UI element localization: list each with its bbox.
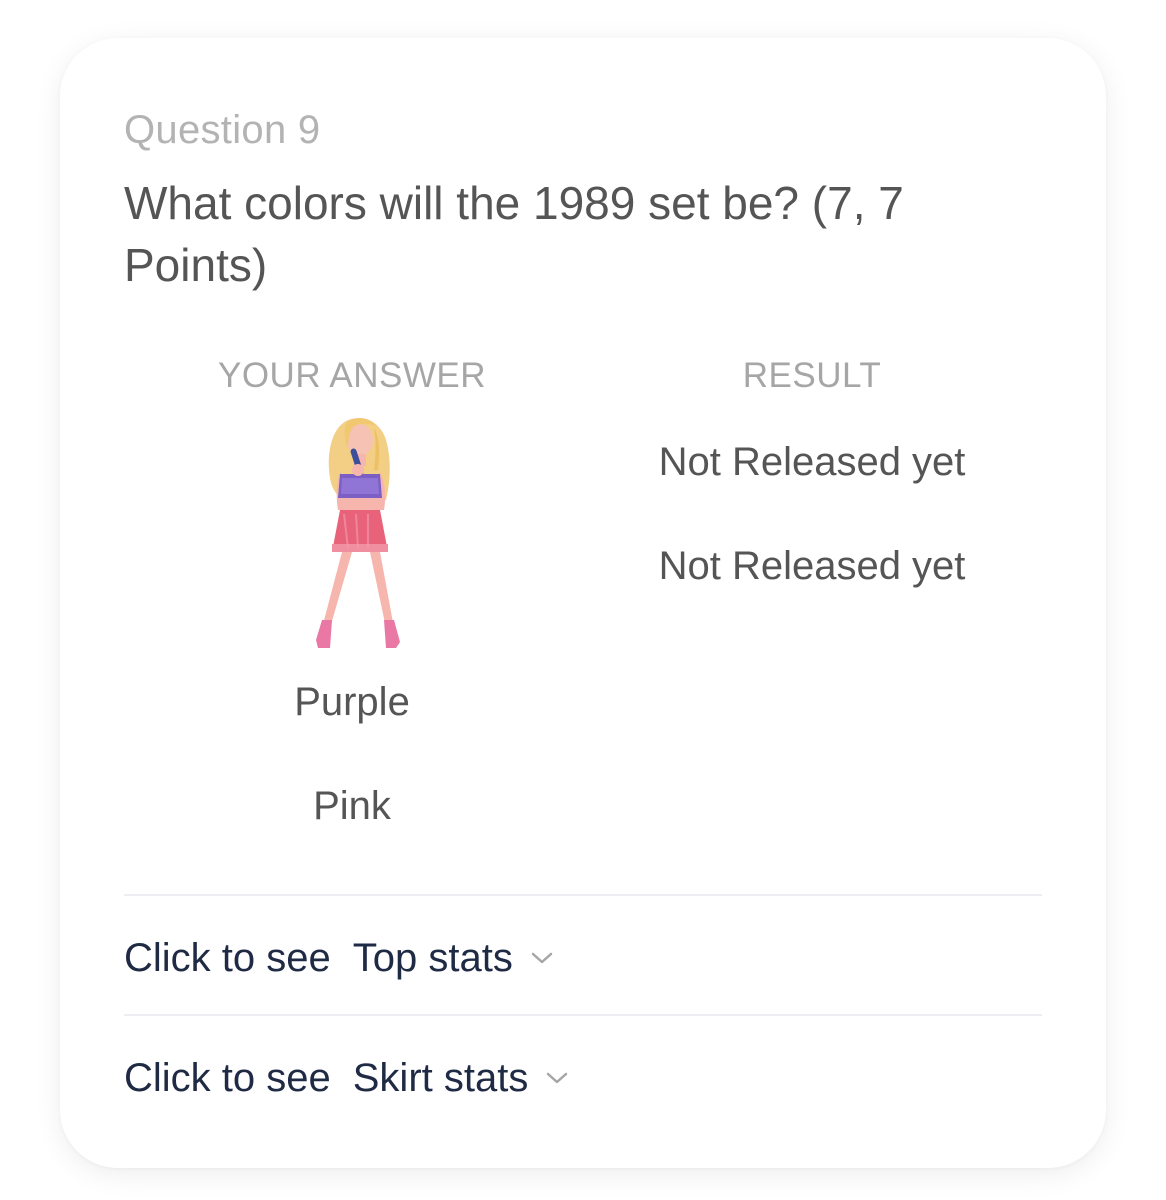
- result-value-top: Not Released yet: [658, 440, 966, 484]
- figure-boot-left: [316, 620, 332, 648]
- answer-value-skirt: Pink: [313, 784, 391, 828]
- figure-boot-right: [384, 620, 400, 648]
- result-header: RESULT: [742, 356, 882, 395]
- divider: [124, 894, 1042, 896]
- divider: [124, 1014, 1042, 1016]
- stats-prefix: Click to see: [124, 935, 331, 980]
- chevron-down-icon: [547, 1072, 568, 1084]
- answer-value-top: Purple: [294, 680, 410, 724]
- stats-label: Top stats: [352, 935, 513, 980]
- chevron-down-icon: [531, 952, 553, 964]
- question-number: Question 9: [124, 108, 321, 152]
- skirt-stats-toggle[interactable]: Click to see Skirt stats: [124, 1048, 570, 1108]
- your-answer-header: YOUR ANSWER: [217, 356, 487, 395]
- stats-prefix: Click to see: [124, 1055, 331, 1100]
- stats-label: Skirt stats: [352, 1055, 529, 1100]
- outfit-figure-image: [316, 418, 400, 648]
- question-text: What colors will the 1989 set be? (7, 7 …: [124, 177, 904, 291]
- top-stats-toggle[interactable]: Click to see Top stats: [124, 928, 555, 988]
- result-value-skirt: Not Released yet: [658, 544, 966, 588]
